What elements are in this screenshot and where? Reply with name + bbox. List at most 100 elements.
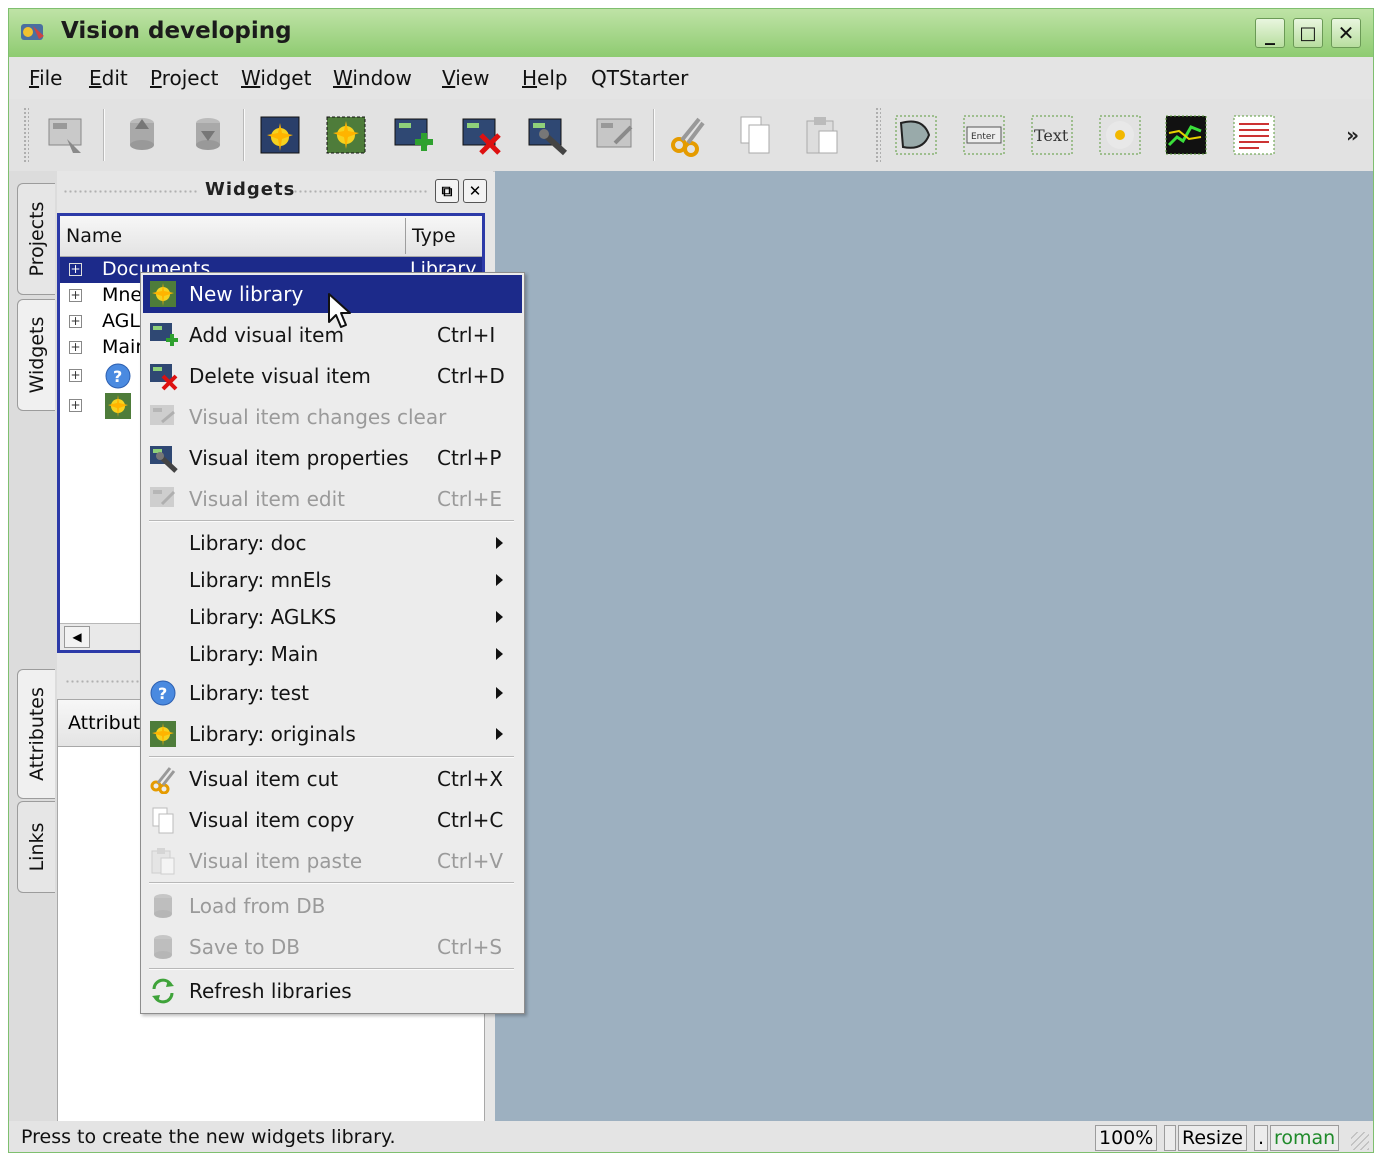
zoom-indicator[interactable]: 100% bbox=[1095, 1125, 1158, 1151]
status-dot: . bbox=[1254, 1125, 1269, 1151]
expand-icon[interactable]: + bbox=[69, 341, 82, 354]
originals-icon bbox=[105, 393, 131, 419]
tab-widgets[interactable]: Widgets bbox=[17, 299, 55, 411]
menu-item-library-aglks[interactable]: Library: AGLKS bbox=[143, 598, 522, 636]
svg-text:?: ? bbox=[113, 367, 122, 386]
toolbar-separator bbox=[653, 109, 655, 161]
menu-separator bbox=[149, 968, 514, 970]
maximize-button[interactable]: □ bbox=[1293, 18, 1323, 48]
add-visual-item-icon[interactable] bbox=[391, 113, 437, 157]
title-bar[interactable]: Vision developing _ □ ✕ bbox=[9, 9, 1373, 58]
menu-view[interactable]: View bbox=[442, 66, 489, 90]
copy-icon bbox=[152, 807, 174, 834]
status-bar: Press to create the new widgets library.… bbox=[9, 1121, 1373, 1152]
menu-edit[interactable]: Edit bbox=[89, 66, 128, 90]
cut-icon bbox=[150, 767, 176, 794]
elfigure-icon[interactable] bbox=[893, 113, 939, 157]
svg-text:?: ? bbox=[158, 684, 167, 703]
status-spacer bbox=[1164, 1125, 1176, 1151]
help-icon: ? bbox=[105, 363, 131, 389]
expand-icon[interactable]: + bbox=[69, 289, 82, 302]
menu-item-library-test[interactable]: ? Library: test bbox=[143, 674, 522, 712]
float-dock-button[interactable]: ⧉ bbox=[435, 179, 459, 203]
expand-icon[interactable]: + bbox=[69, 369, 82, 382]
menu-item-visual-item-properties[interactable]: Visual item properties Ctrl+P bbox=[143, 439, 522, 477]
expand-icon[interactable]: + bbox=[69, 315, 82, 328]
visual-item-changes-icon[interactable] bbox=[593, 113, 639, 157]
delete-visual-item-icon bbox=[150, 364, 178, 391]
copy-icon[interactable] bbox=[731, 113, 777, 157]
menu-window[interactable]: Window bbox=[333, 66, 412, 90]
formel-icon[interactable]: Enter bbox=[961, 113, 1007, 157]
resize-grip-icon[interactable] bbox=[1351, 1132, 1369, 1150]
menu-item-visual-item-cut[interactable]: Visual item cut Ctrl+X bbox=[143, 760, 522, 798]
new-library-2-icon[interactable] bbox=[323, 113, 369, 157]
save-db-icon bbox=[154, 935, 172, 959]
delete-visual-item-icon[interactable] bbox=[459, 113, 505, 157]
tab-attributes[interactable]: Attributes bbox=[17, 669, 55, 799]
toolbar-grip[interactable] bbox=[23, 107, 29, 163]
menu-item-library-main[interactable]: Library: Main bbox=[143, 635, 522, 673]
user-indicator[interactable]: roman bbox=[1270, 1125, 1340, 1151]
menu-item-visual-item-edit[interactable]: Visual item edit Ctrl+E bbox=[143, 480, 522, 518]
expand-icon[interactable]: + bbox=[69, 399, 82, 412]
menu-separator bbox=[149, 520, 514, 522]
visual-item-edit-icon[interactable] bbox=[43, 113, 89, 157]
scroll-left-button[interactable]: ◀ bbox=[64, 626, 90, 648]
cut-icon[interactable] bbox=[665, 113, 711, 157]
widgets-dock-title-bar[interactable]: Widgets ⧉ ✕ bbox=[57, 175, 493, 205]
protocol-icon[interactable] bbox=[1231, 113, 1277, 157]
column-divider[interactable] bbox=[405, 218, 406, 254]
row-name: Mne bbox=[102, 284, 143, 306]
save-db-icon[interactable] bbox=[185, 113, 231, 157]
minimize-button[interactable]: _ bbox=[1255, 18, 1285, 48]
column-name-header[interactable]: Name bbox=[66, 225, 122, 247]
help-icon: ? bbox=[150, 680, 176, 706]
edit-icon bbox=[150, 487, 176, 507]
menu-item-visual-item-copy[interactable]: Visual item copy Ctrl+C bbox=[143, 801, 522, 839]
app-icon bbox=[21, 24, 44, 40]
menu-item-library-mnels[interactable]: Library: mnEls bbox=[143, 561, 522, 599]
menu-item-refresh-libraries[interactable]: Refresh libraries bbox=[143, 972, 522, 1010]
diagram-icon[interactable] bbox=[1163, 113, 1209, 157]
toolbar-overflow-button[interactable]: » bbox=[1346, 123, 1359, 147]
menu-project[interactable]: Project bbox=[150, 66, 218, 90]
menu-item-visual-item-changes-clear[interactable]: Visual item changes clear bbox=[143, 398, 522, 436]
text-icon[interactable]: Text bbox=[1029, 113, 1075, 157]
properties-icon bbox=[150, 446, 178, 473]
visual-item-properties-icon[interactable] bbox=[525, 113, 571, 157]
menu-item-library-originals[interactable]: Library: originals bbox=[143, 715, 522, 753]
media-icon[interactable] bbox=[1097, 113, 1143, 157]
menu-qtstarter[interactable]: QTStarter bbox=[591, 66, 688, 90]
expand-icon[interactable]: + bbox=[69, 263, 82, 276]
row-name: AGL bbox=[102, 310, 140, 332]
title-dots bbox=[63, 189, 197, 195]
new-library-icon[interactable] bbox=[257, 113, 303, 157]
menu-item-delete-visual-item[interactable]: Delete visual item Ctrl+D bbox=[143, 357, 522, 395]
menu-file[interactable]: File bbox=[29, 66, 62, 90]
tab-links[interactable]: Links bbox=[17, 801, 55, 893]
close-dock-button[interactable]: ✕ bbox=[463, 179, 487, 203]
left-dock-tabs: Projects Widgets Attributes Links bbox=[9, 171, 57, 1131]
row-name: Mair bbox=[102, 336, 144, 358]
menu-widget[interactable]: Widget bbox=[241, 66, 311, 90]
menu-item-library-doc[interactable]: Library: doc bbox=[143, 524, 522, 562]
menu-separator bbox=[149, 882, 514, 884]
column-type-header[interactable]: Type bbox=[412, 225, 456, 247]
menu-item-load-from-db[interactable]: Load from DB bbox=[143, 887, 522, 925]
load-db-icon bbox=[154, 894, 172, 918]
paste-icon bbox=[151, 848, 175, 875]
title-dots bbox=[293, 189, 427, 195]
mdi-workspace[interactable] bbox=[495, 171, 1373, 1121]
attributes-dock-grip[interactable] bbox=[65, 679, 145, 685]
menu-item-save-to-db[interactable]: Save to DB Ctrl+S bbox=[143, 928, 522, 966]
load-db-icon[interactable] bbox=[119, 113, 165, 157]
submenu-arrow-icon bbox=[496, 611, 503, 623]
tab-projects[interactable]: Projects bbox=[17, 183, 55, 295]
menu-item-visual-item-paste[interactable]: Visual item paste Ctrl+V bbox=[143, 842, 522, 880]
paste-icon[interactable] bbox=[799, 113, 845, 157]
close-button[interactable]: ✕ bbox=[1331, 18, 1361, 48]
toolbar-grip[interactable] bbox=[875, 107, 881, 163]
menu-help[interactable]: Help bbox=[522, 66, 568, 90]
mode-indicator[interactable]: Resize bbox=[1178, 1125, 1247, 1151]
